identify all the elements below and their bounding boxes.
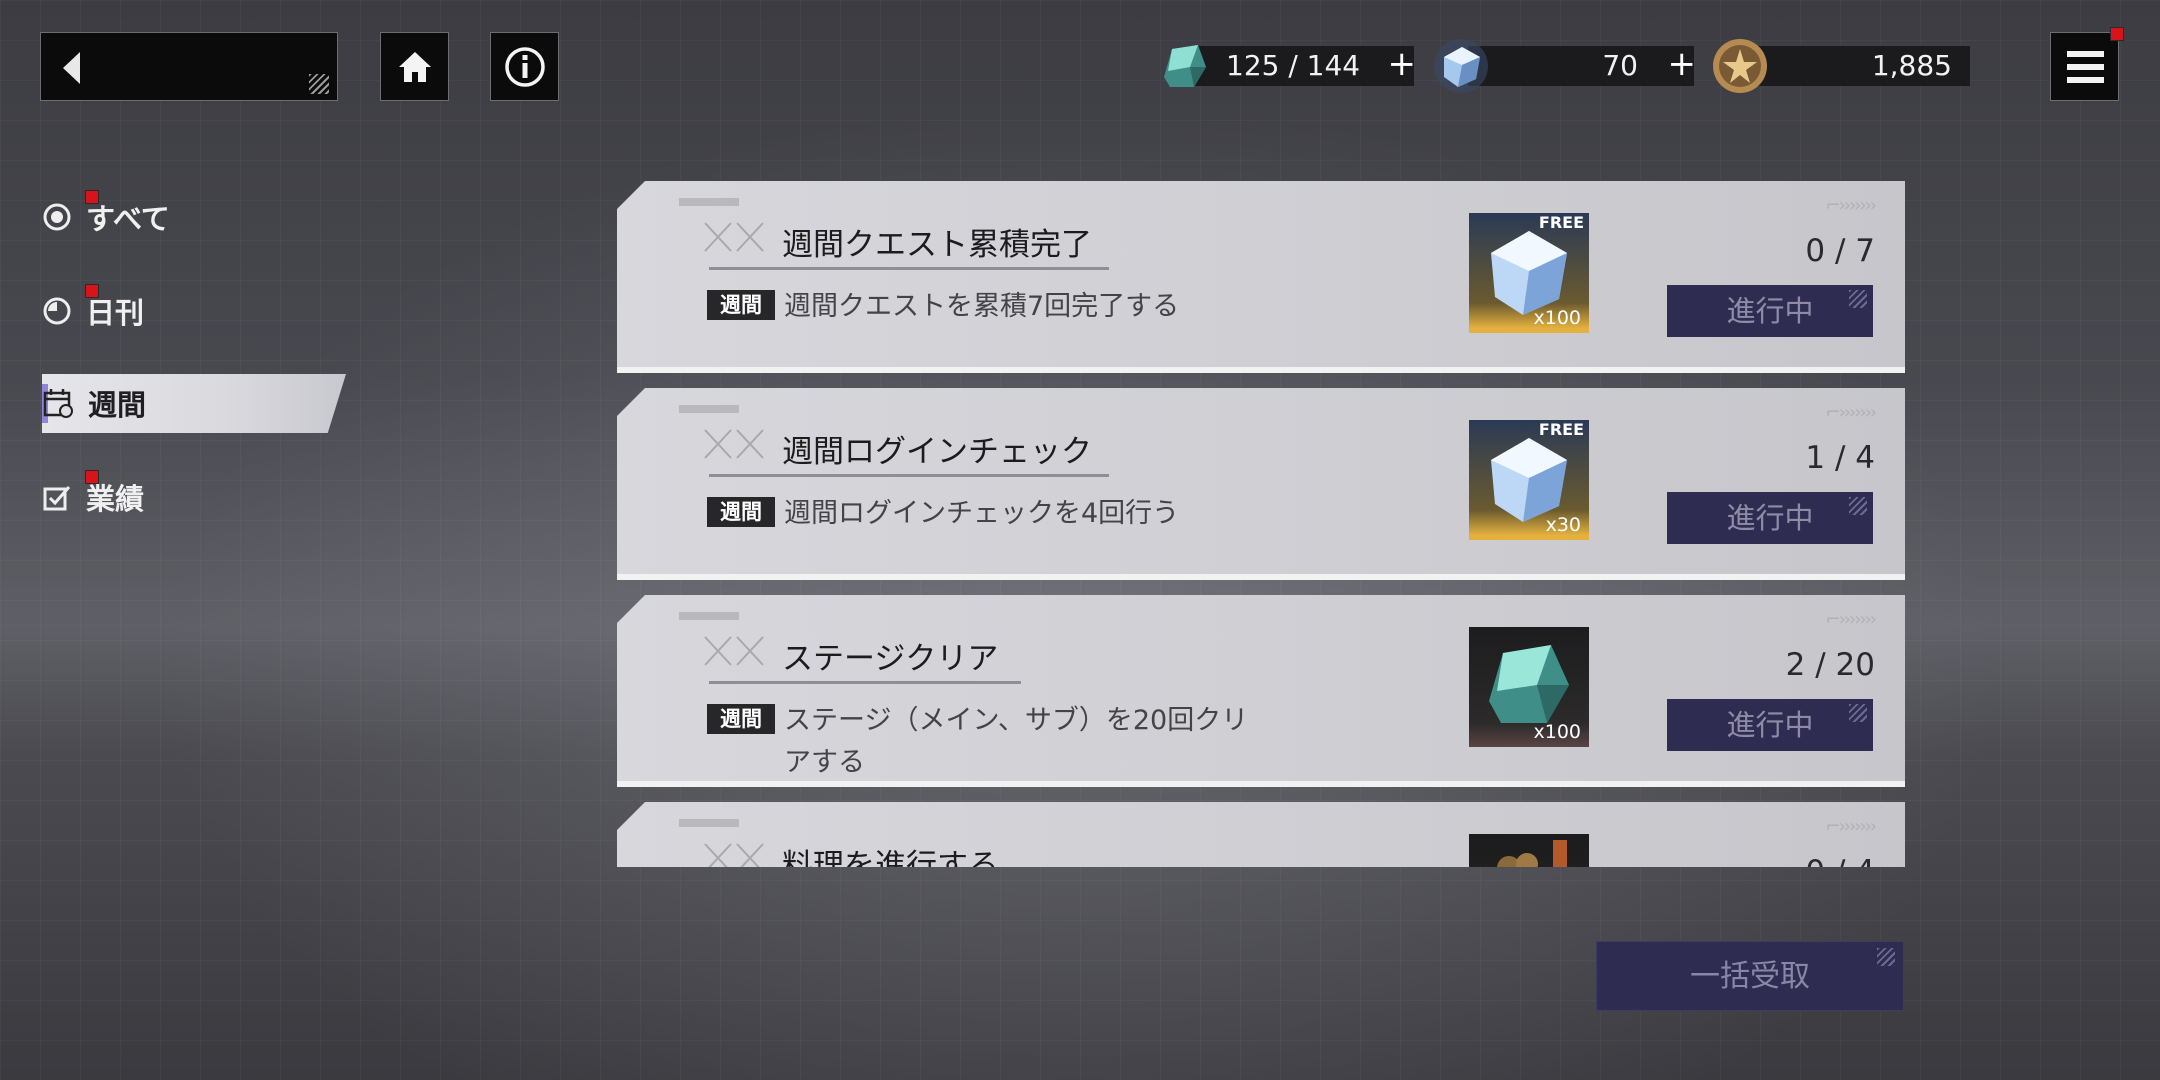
- reward-item[interactable]: FREE x100: [1469, 213, 1589, 333]
- deco-line: [679, 405, 739, 413]
- chevron-deco: ⌐›››››››: [1825, 402, 1878, 423]
- cross-deco-icon: [704, 843, 764, 867]
- quest-tag: 週間: [707, 497, 775, 527]
- quest-title: 週間ログインチェック: [782, 434, 1092, 470]
- sidebar-item-label: 週間: [88, 388, 147, 422]
- coin-star-icon: [1713, 39, 1767, 93]
- quest-progress: 0 / 7: [1805, 233, 1875, 269]
- reward-item[interactable]: x100: [1469, 627, 1589, 747]
- food-item-icon: [1497, 840, 1567, 867]
- calendar-icon: [43, 389, 73, 418]
- chevron-deco: ⌐›››››››: [1825, 816, 1878, 837]
- quest-tag: 週間: [707, 290, 775, 320]
- coin-value: 1,885: [1871, 49, 1952, 82]
- stamina-value: 125 / 144: [1226, 49, 1361, 82]
- home-button[interactable]: [380, 32, 449, 101]
- in-progress-button[interactable]: 進行中: [1667, 699, 1873, 751]
- menu-button[interactable]: [2050, 32, 2119, 101]
- status-label: 進行中: [1726, 708, 1814, 742]
- quest-title: 料理を進行する: [782, 848, 999, 867]
- claim-all-button[interactable]: 一括受取: [1596, 941, 1904, 1011]
- gem-value: 70: [1602, 49, 1638, 82]
- quest-card: ⌐››››››› 週間ログインチェック 週間 週間ログインチェックを4回行う F…: [617, 388, 1905, 580]
- free-label: FREE: [1538, 420, 1584, 439]
- checkbox-icon: [43, 486, 71, 511]
- daily-notification-badge: [85, 284, 99, 298]
- quest-list[interactable]: ⌐››››››› 週間クエスト累積完了 週間 週間クエストを累積7回完了する F…: [617, 175, 1905, 867]
- reward-item[interactable]: [1469, 834, 1589, 867]
- quest-card: ⌐››››››› 料理を進行する 0 / 4: [617, 802, 1905, 867]
- achievements-notification-badge: [85, 470, 99, 484]
- quest-description: ステージ（メイン、サブ）を20回クリアする: [784, 705, 1249, 778]
- quest-progress: 0 / 4: [1805, 854, 1875, 867]
- all-notification-badge: [85, 190, 99, 204]
- chevron-deco: ⌐›››››››: [1825, 609, 1878, 630]
- menu-notification-badge: [2110, 27, 2124, 41]
- gem-add-button[interactable]: +: [1668, 44, 1697, 84]
- back-arrow-icon: [63, 52, 80, 84]
- cross-deco-icon: [704, 222, 764, 252]
- quest-description: 週間クエストを累積7回完了する: [784, 291, 1180, 322]
- reward-quantity: x30: [1545, 514, 1581, 536]
- info-icon: [504, 46, 545, 87]
- sidebar-item-weekly[interactable]: 週間: [42, 374, 146, 432]
- in-progress-button[interactable]: 進行中: [1667, 492, 1873, 544]
- quest-description: 週間ログインチェックを4回行う: [784, 498, 1180, 529]
- stamina-add-button[interactable]: +: [1388, 44, 1417, 84]
- free-label: FREE: [1538, 213, 1584, 232]
- reward-quantity: x100: [1533, 721, 1581, 743]
- quest-title: 週間クエスト累積完了: [782, 227, 1092, 263]
- sidebar-item-all[interactable]: すべて: [42, 188, 170, 246]
- claim-all-label: 一括受取: [1690, 959, 1810, 994]
- cross-deco-icon: [704, 636, 764, 666]
- reward-item[interactable]: FREE x30: [1469, 420, 1589, 540]
- cross-deco-icon: [704, 429, 764, 459]
- stamina-crystal-icon: [1164, 45, 1206, 87]
- status-label: 進行中: [1726, 294, 1814, 328]
- title-underline: [709, 267, 1109, 270]
- hatch-decoration: [309, 74, 329, 94]
- deco-line: [679, 612, 739, 620]
- deco-line: [679, 819, 739, 827]
- reward-quantity: x100: [1533, 307, 1581, 329]
- chevron-deco: ⌐›››››››: [1825, 195, 1878, 216]
- coin-counter: 1,885: [1744, 46, 1970, 86]
- quest-progress: 2 / 20: [1785, 647, 1875, 683]
- quest-title: ステージクリア: [782, 641, 999, 677]
- quest-card: ⌐››››››› ステージクリア 週間 ステージ（メイン、サブ）を20回クリアす…: [617, 595, 1905, 787]
- in-progress-button[interactable]: 進行中: [1667, 285, 1873, 337]
- back-button[interactable]: [40, 32, 338, 101]
- home-icon: [398, 51, 431, 82]
- stamina-counter: 125 / 144 +: [1188, 44, 1417, 86]
- clock-icon: [43, 297, 71, 325]
- title-underline: [709, 681, 1021, 684]
- deco-line: [679, 198, 739, 206]
- gem-cube-icon: [1434, 39, 1488, 93]
- quest-tag: 週間: [707, 704, 775, 734]
- gem-counter: 70 +: [1468, 44, 1697, 86]
- hatch-decoration: [1877, 948, 1895, 966]
- quest-card: ⌐››››››› 週間クエスト累積完了 週間 週間クエストを累積7回完了する F…: [617, 181, 1905, 373]
- info-button[interactable]: [490, 32, 559, 101]
- status-label: 進行中: [1726, 501, 1814, 535]
- radio-circle-icon: [43, 203, 71, 231]
- title-underline: [709, 474, 1109, 477]
- quest-progress: 1 / 4: [1805, 440, 1875, 476]
